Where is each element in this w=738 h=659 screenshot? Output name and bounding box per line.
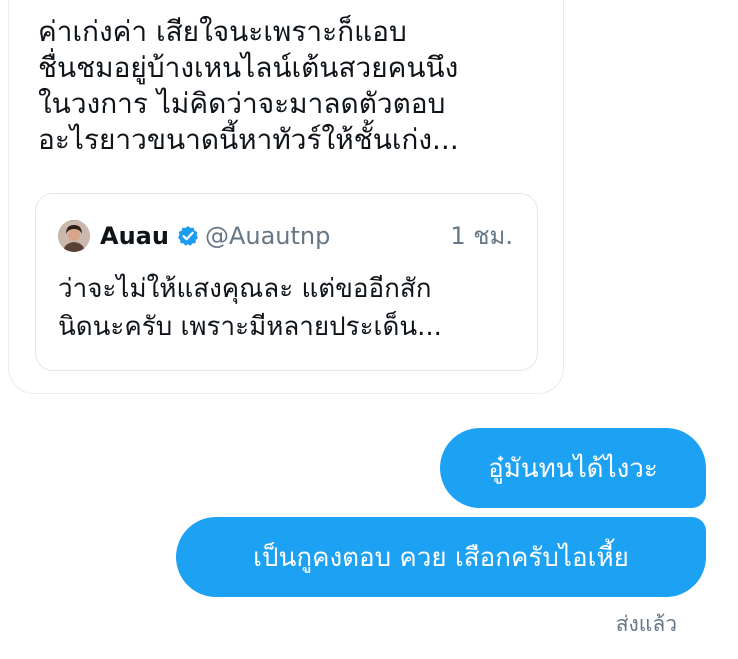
quoted-tweet-avatar[interactable] (58, 220, 90, 252)
user-avatar-icon (58, 220, 90, 252)
quoted-tweet-name[interactable]: Auau (100, 222, 169, 250)
verified-badge-icon (177, 225, 199, 247)
sent-status-label: ส่งแล้ว (615, 612, 677, 636)
received-message-line: ค่าเก่งค่า เสียใจนะเพราะก็แอบ (38, 15, 407, 48)
sent-message-bubble[interactable]: เป็นกูคงตอบ ควย เสือกครับไอเหี้ย (176, 517, 706, 597)
quoted-tweet-line: นิดนะครับ เพราะมีหลายประเด็น... (58, 312, 442, 342)
quoted-tweet-handle[interactable]: @Auautnp (205, 222, 330, 250)
received-message-line: ชื่นชมอยู่บ้างเหนไลน์เต้นสวยคนนึง (38, 51, 459, 84)
received-message-text: ค่าเก่งค่า เสียใจนะเพราะก็แอบ ชื่นชมอยู่… (38, 14, 538, 158)
quoted-tweet-header: Auau @Auautnp (100, 220, 330, 252)
quoted-tweet-line: ว่าจะไม่ให้แสงคุณละ แต่ขออีกสัก (58, 274, 432, 304)
quoted-tweet-time: 1 ชม. (450, 222, 513, 250)
quoted-tweet-card[interactable]: Auau @Auautnp 1 ชม. ว่าจะไม่ให้แสงคุณละ … (35, 193, 538, 371)
quoted-tweet-text: ว่าจะไม่ให้แสงคุณละ แต่ขออีกสัก นิดนะครั… (58, 270, 518, 346)
received-message-line: อะไรยาวขนาดนี้หาทัวร์ให้ชั้นเก่ง... (38, 123, 459, 156)
received-message-line: ในวงการ ไม่คิดว่าจะมาลดตัวตอบ (38, 87, 446, 120)
sent-message-bubble[interactable]: อู๋มันทนได้ไงวะ (440, 428, 706, 508)
